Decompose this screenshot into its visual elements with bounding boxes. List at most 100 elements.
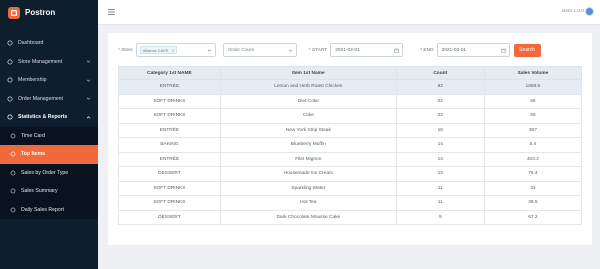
nav-item-membership[interactable]: Membership xyxy=(0,71,98,90)
table-row[interactable]: SOFT DRINKS Hot Tea 11 38.5 xyxy=(118,195,583,211)
table-row[interactable]: ENTRÉE Lemon and Herb Roast Chicken 82 1… xyxy=(118,79,583,95)
filter-bar: * Store Alliance CAFE × Order Coure * ST… xyxy=(118,43,582,57)
chart-icon xyxy=(7,114,13,120)
table-cell: 11 xyxy=(395,180,485,196)
sub-item-label: Daily Sales Report xyxy=(21,206,64,213)
submenu-statistics: Time Card Top Items Sales by Order Type … xyxy=(0,126,98,220)
table-row[interactable]: SOFT DRINKS Diet Coke 22 55 xyxy=(118,93,583,109)
table-cell: 1869.5 xyxy=(483,79,583,95)
table-cell: 14 xyxy=(395,151,485,167)
table-cell: 55 xyxy=(483,108,583,124)
start-date-value: 2021-02-01 xyxy=(335,47,360,53)
table-cell: Hot Tea xyxy=(219,195,397,211)
circle-icon xyxy=(10,170,16,176)
end-label: * END xyxy=(420,47,434,53)
table-cell: Diet Coke xyxy=(219,93,397,109)
table-cell: ENTRÉE xyxy=(118,122,221,138)
sidebar: Postron Dashboard Store Management Membe… xyxy=(0,0,98,269)
table-cell: 67.2 xyxy=(483,209,583,225)
table-cell: BAKING xyxy=(118,137,221,153)
column-header[interactable]: Category 1st NAME xyxy=(118,66,221,80)
table-cell: ENTRÉE xyxy=(118,79,221,95)
menu-icon[interactable] xyxy=(108,9,115,15)
nav-item-statistics-reports[interactable]: Statistics & Reports xyxy=(0,108,98,127)
table-cell: 9 xyxy=(395,209,485,225)
table-cell: Lemon and Herb Roast Chicken xyxy=(219,79,397,95)
table-cell: ENTRÉE xyxy=(118,151,221,167)
store-tag-label: Alliance CAFE xyxy=(142,47,169,53)
calendar-icon xyxy=(500,48,506,53)
column-header[interactable]: Count xyxy=(395,66,485,80)
column-header[interactable]: Item 1st Name xyxy=(219,66,397,80)
chevron-down-icon xyxy=(288,49,292,52)
dashboard-icon xyxy=(7,40,13,46)
table-cell: Dark Chocolate Mousse Cake xyxy=(219,209,397,225)
table-cell: SOFT DRINKS xyxy=(118,108,221,124)
membership-icon xyxy=(7,77,13,83)
nav-item-order-management[interactable]: Order Management xyxy=(0,90,98,109)
sub-item-label: Top Items xyxy=(21,151,46,158)
sub-item-sales-by-order-type[interactable]: Sales by Order Type xyxy=(0,164,98,183)
table-cell: SOFT DRINKS xyxy=(118,195,221,211)
nav-item-dashboard[interactable]: Dashboard xyxy=(0,34,98,53)
table-cell: 15 xyxy=(395,122,485,138)
table-cell: 11 xyxy=(395,195,485,211)
nav-item-label: Dashboard xyxy=(18,40,44,47)
brand[interactable]: Postron xyxy=(0,0,98,25)
store-tag: Alliance CAFE × xyxy=(139,46,178,54)
table-cell: 8.4 xyxy=(483,137,583,153)
start-date-input[interactable]: 2021-02-01 xyxy=(330,43,404,57)
nav-item-store-management[interactable]: Store Management xyxy=(0,53,98,72)
report-card: * Store Alliance CAFE × Order Coure * ST… xyxy=(108,33,592,245)
top-items-table: Category 1st NAME Item 1st Name Count Sa… xyxy=(118,66,583,225)
chevron-down-icon xyxy=(86,60,91,63)
table-cell: 22 xyxy=(395,93,485,109)
sub-item-daily-sales-report[interactable]: Daily Sales Report xyxy=(0,201,98,220)
table-cell: 82 xyxy=(395,79,485,95)
store-select[interactable]: Alliance CAFE × xyxy=(135,43,216,57)
search-button[interactable]: Search xyxy=(513,43,541,57)
table-cell: Housemade Ice Cream xyxy=(219,166,397,182)
sub-item-label: Sales Summary xyxy=(21,188,58,195)
circle-icon xyxy=(10,207,16,213)
table-header-row: Category 1st NAME Item 1st Name Count Sa… xyxy=(118,66,583,80)
sub-item-time-card[interactable]: Time Card xyxy=(0,127,98,146)
table-cell: 387 xyxy=(483,122,583,138)
table-row[interactable]: DESSERT Housemade Ice Cream 13 75.4 xyxy=(118,166,583,182)
table-cell: SOFT DRINKS xyxy=(118,93,221,109)
table-cell: 14 xyxy=(395,137,485,153)
column-header[interactable]: Sales Volume xyxy=(483,66,583,80)
nav-item-label: Store Management xyxy=(18,58,63,65)
table-cell: Sparkling Water xyxy=(219,180,397,196)
table-row[interactable]: ENTRÉE New York Strip Steak 15 387 xyxy=(118,122,583,138)
table-cell: Filet Mignon xyxy=(219,151,397,167)
chevron-down-icon xyxy=(207,49,211,52)
table-cell: 55 xyxy=(483,93,583,109)
sub-item-top-items[interactable]: Top Items xyxy=(0,145,98,164)
sub-item-sales-summary[interactable]: Sales Summary xyxy=(0,182,98,201)
circle-icon xyxy=(10,133,16,139)
table-cell: New York Strip Steak xyxy=(219,122,397,138)
table-row[interactable]: SOFT DRINKS Coke 22 55 xyxy=(118,108,583,124)
start-label: * START xyxy=(308,47,328,53)
store-icon xyxy=(7,59,13,65)
nav-item-label: Statistics & Reports xyxy=(18,114,68,121)
end-date-value: 2021-03-01 xyxy=(441,47,467,53)
table-cell: 13 xyxy=(395,166,485,182)
chevron-down-icon xyxy=(86,79,91,82)
version-label: Beta 1.0.0 xyxy=(562,9,584,14)
close-icon[interactable]: × xyxy=(171,48,174,53)
table-cell: 403.2 xyxy=(483,151,583,167)
order-course-select[interactable]: Order Coure xyxy=(222,43,297,57)
circle-icon xyxy=(10,151,16,157)
table-row[interactable]: SOFT DRINKS Sparkling Water 11 33 xyxy=(118,180,583,196)
top-header: Beta 1.0.0 xyxy=(98,0,600,25)
end-date-input[interactable]: 2021-03-01 xyxy=(436,43,510,57)
sub-item-label: Sales by Order Type xyxy=(21,169,69,176)
table-row[interactable]: BAKING Blueberry Muffin 14 8.4 xyxy=(118,137,583,153)
table-row[interactable]: ENTRÉE Filet Mignon 14 403.2 xyxy=(118,151,583,167)
avatar[interactable] xyxy=(585,7,594,16)
order-icon xyxy=(7,96,13,102)
table-cell: 38.5 xyxy=(483,195,583,211)
table-row[interactable]: DESSERT Dark Chocolate Mousse Cake 9 67.… xyxy=(118,209,583,225)
